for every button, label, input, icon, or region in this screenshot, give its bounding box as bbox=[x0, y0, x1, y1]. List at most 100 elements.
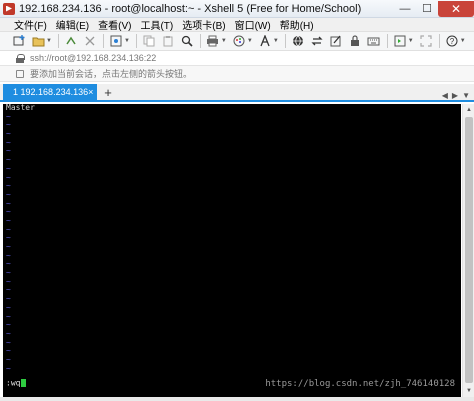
scroll-down-icon[interactable]: ▼ bbox=[463, 385, 474, 397]
vim-tilde-line: ~ bbox=[6, 354, 11, 364]
vim-tilde-line: ~ bbox=[6, 276, 11, 286]
font-icon[interactable] bbox=[258, 34, 272, 48]
vim-tilde-line: ~ bbox=[6, 224, 11, 234]
tab-menu-icon[interactable]: ▼ bbox=[462, 91, 470, 100]
vim-tilde-line: ~ bbox=[6, 146, 11, 156]
vim-tilde-line: ~ bbox=[6, 311, 11, 321]
chevron-down-icon[interactable]: ▼ bbox=[221, 38, 227, 44]
menu-tools[interactable]: 工具(T) bbox=[140, 17, 173, 32]
paste-icon[interactable] bbox=[161, 34, 175, 48]
toolbar-divider bbox=[386, 34, 388, 48]
text-cursor bbox=[21, 379, 27, 387]
tab-label: 1 192.168.234.136 bbox=[13, 87, 89, 97]
toolbar-divider bbox=[102, 34, 104, 48]
lock-icon bbox=[16, 53, 25, 63]
tab-close-icon[interactable]: × bbox=[88, 87, 93, 97]
open-folder-icon[interactable] bbox=[31, 34, 45, 48]
vim-tilde-line: ~ bbox=[6, 285, 11, 295]
help-icon[interactable]: ? bbox=[445, 34, 459, 48]
terminal-line: Master bbox=[6, 104, 35, 112]
vim-tilde-line: ~ bbox=[6, 172, 11, 182]
vim-command: :wq bbox=[6, 378, 21, 388]
menu-bar: 文件(F) 编辑(E) 查看(V) 工具(T) 选项卡(B) 窗口(W) 帮助(… bbox=[0, 17, 474, 32]
toolbar-divider bbox=[199, 34, 201, 48]
maximize-button[interactable]: ☐ bbox=[416, 1, 438, 17]
vim-tilde-line: ~ bbox=[6, 320, 11, 330]
vim-tilde-line: ~ bbox=[6, 189, 11, 199]
xshell-app-icon bbox=[3, 2, 15, 15]
toolbar-divider bbox=[57, 34, 59, 48]
vim-tilde-line: ~ bbox=[6, 268, 11, 278]
vim-tilde-line: ~ bbox=[6, 155, 11, 165]
transfer-icon[interactable] bbox=[310, 34, 324, 48]
vim-tilde-line: ~ bbox=[6, 181, 11, 191]
vim-tilde-line: ~ bbox=[6, 328, 11, 338]
copy-icon[interactable] bbox=[142, 34, 156, 48]
hint-text: 要添加当前会话，点击左侧的箭头按钮。 bbox=[30, 69, 193, 79]
toolbar: ▼ ▼ ▼ ▼ ▼ ▼ ? ▼ bbox=[0, 31, 474, 51]
color-scheme-icon[interactable] bbox=[232, 34, 246, 48]
menu-edit[interactable]: 编辑(E) bbox=[56, 17, 89, 32]
vim-tilde-line: ~ bbox=[6, 242, 11, 251]
vim-tilde-line: ~ bbox=[6, 163, 11, 173]
tab-session-1[interactable]: 1 192.168.234.136 × bbox=[3, 84, 97, 100]
vim-tilde-line: ~ bbox=[6, 294, 11, 304]
vim-tilde-line: ~ bbox=[6, 259, 11, 269]
add-tab-button[interactable]: + bbox=[100, 84, 116, 100]
lock-icon[interactable] bbox=[348, 34, 362, 48]
hint-bar: 要添加当前会话，点击左侧的箭头按钮。 bbox=[0, 66, 474, 82]
vim-tilde-line: ~ bbox=[6, 302, 11, 312]
vim-tilde-line: ~ bbox=[6, 111, 11, 121]
svg-text:?: ? bbox=[449, 37, 454, 46]
minimize-button[interactable]: — bbox=[394, 1, 416, 17]
chevron-down-icon[interactable]: ▼ bbox=[460, 38, 466, 44]
arrow-button-icon[interactable] bbox=[16, 69, 24, 78]
find-icon[interactable] bbox=[180, 34, 194, 48]
menu-file[interactable]: 文件(F) bbox=[14, 17, 47, 32]
scroll-up-icon[interactable]: ▲ bbox=[463, 104, 474, 116]
vim-tilde-line: ~ bbox=[6, 250, 11, 260]
vim-tilde-line: ~ bbox=[6, 233, 11, 243]
toolbar-divider bbox=[284, 34, 286, 48]
vim-tilde-line: ~ bbox=[6, 137, 11, 147]
vim-tilde-line: ~ bbox=[6, 346, 11, 356]
chevron-down-icon[interactable]: ▼ bbox=[124, 38, 130, 44]
reconnect-icon[interactable] bbox=[64, 34, 78, 48]
print-icon[interactable] bbox=[206, 34, 220, 48]
terminal-scrollbar[interactable]: ▲ ▼ bbox=[462, 104, 474, 397]
scroll-thumb[interactable] bbox=[465, 117, 473, 383]
menu-tabs[interactable]: 选项卡(B) bbox=[182, 17, 225, 32]
session-address[interactable]: ssh://root@192.168.234.136:22 bbox=[30, 53, 156, 63]
chevron-down-icon[interactable]: ▼ bbox=[46, 38, 52, 44]
menu-view[interactable]: 查看(V) bbox=[98, 17, 131, 32]
vim-tilde-line: ~ bbox=[6, 207, 11, 217]
disconnect-icon[interactable] bbox=[83, 34, 97, 48]
vim-tilde-line: ~ bbox=[6, 120, 11, 130]
menu-window[interactable]: 窗口(W) bbox=[235, 17, 271, 32]
terminal-output[interactable]: Master ~ ~ ~ ~ ~ ~ ~ ~ ~ ~ ~ ~ ~ ~ ~ ~ ~ ~ ~ ~ ~ ~ ~ ~ ~ ~ ~ ~ ~ ~ :w… bbox=[3, 104, 461, 397]
vim-empty-lines: ~ ~ ~ ~ ~ ~ ~ ~ ~ ~ ~ ~ ~ ~ ~ ~ ~ ~ ~ ~ ~ ~ ~ ~ ~ ~ ~ ~ ~ ~ bbox=[3, 111, 461, 374]
chevron-down-icon[interactable]: ▼ bbox=[408, 38, 414, 44]
vim-tilde-line: ~ bbox=[6, 215, 11, 225]
window-title: 192.168.234.136 - root@localhost:~ - Xsh… bbox=[19, 2, 362, 15]
globe-icon[interactable] bbox=[291, 34, 305, 48]
chevron-down-icon[interactable]: ▼ bbox=[273, 38, 279, 44]
compose-icon[interactable] bbox=[329, 34, 343, 48]
vim-tilde-line: ~ bbox=[6, 198, 11, 208]
chevron-down-icon[interactable]: ▼ bbox=[247, 38, 253, 44]
tab-prev-icon[interactable]: ◀ bbox=[442, 91, 448, 100]
menu-help[interactable]: 帮助(H) bbox=[280, 17, 314, 32]
properties-icon[interactable] bbox=[109, 34, 123, 48]
tab-next-icon[interactable]: ▶ bbox=[452, 91, 458, 100]
vim-command-line[interactable]: :wq bbox=[6, 378, 27, 388]
script-icon[interactable] bbox=[393, 34, 407, 48]
window-bottom-edge bbox=[0, 397, 474, 401]
new-session-icon[interactable] bbox=[12, 34, 26, 48]
keyboard-icon[interactable] bbox=[367, 34, 381, 48]
fullscreen-icon[interactable] bbox=[419, 34, 433, 48]
close-button[interactable]: ✕ bbox=[438, 0, 474, 17]
tab-bar: 1 192.168.234.136 × + ◀ ▶ ▼ bbox=[0, 84, 474, 102]
vim-tilde-line: ~ bbox=[6, 337, 11, 347]
address-bar: ssh://root@192.168.234.136:22 bbox=[0, 51, 474, 66]
vim-tilde-line: ~ bbox=[6, 363, 11, 373]
